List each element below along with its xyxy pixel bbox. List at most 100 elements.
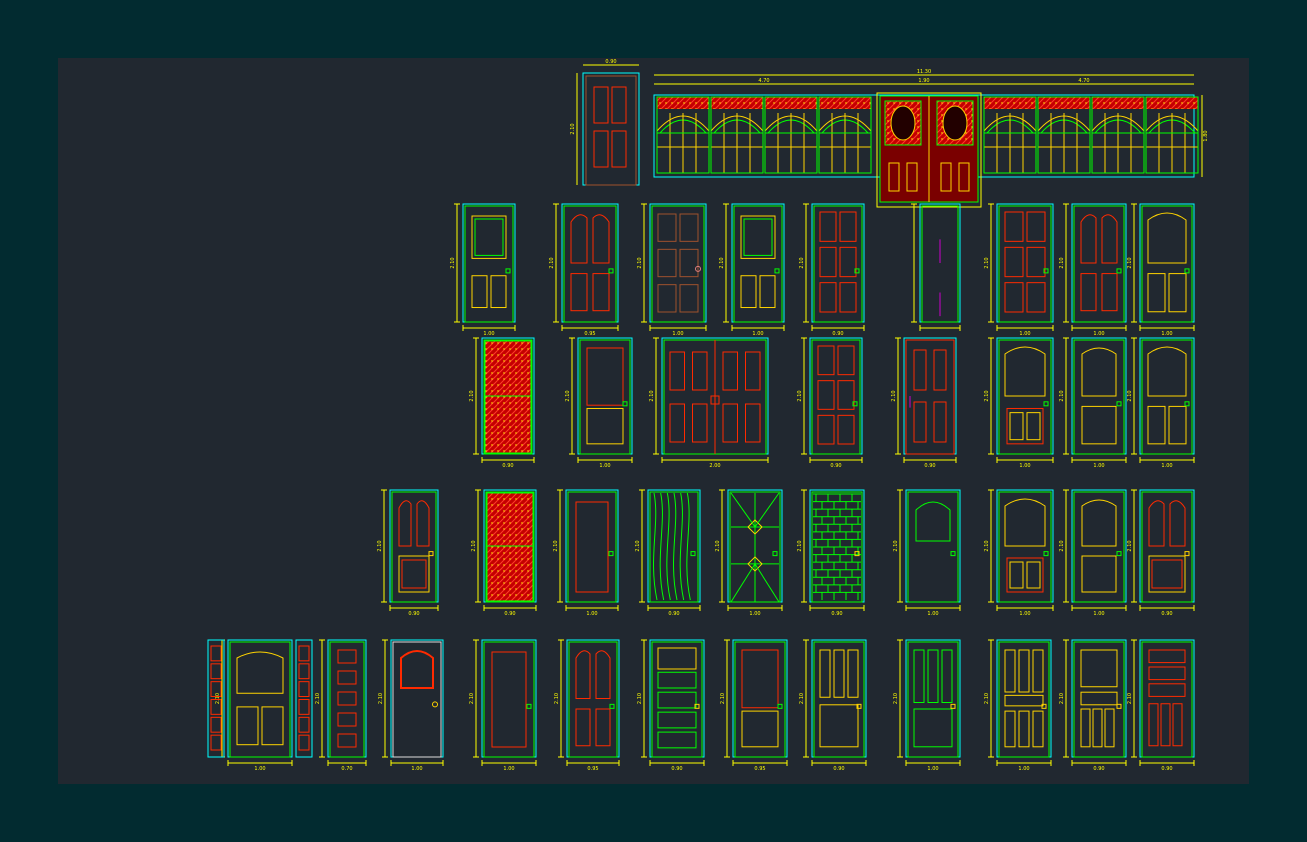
panel-line [998,641,1050,758]
dimension-label: 2.10 [1059,257,1065,268]
panel-line [1160,703,1171,747]
panel-line [1026,561,1041,589]
panel-line [1080,273,1097,312]
door-elevation: 2.10 1.00 [553,489,619,617]
panel-line [567,491,617,603]
dimension-label: 2.10 [378,693,384,704]
panel-line [611,130,627,168]
dimension-label: 2.10 [1059,390,1065,401]
panel-line [819,246,837,278]
panel-line [692,351,708,391]
panel-line [1147,405,1166,445]
dimension-label: 2.10 [635,540,641,551]
panel-line [1004,346,1046,397]
panel-line [907,491,959,603]
top-elevations: 0.90 2.10 11.30 4.70 1.90 4.70 1.80 [570,59,1209,208]
dimension-label: 0.95 [754,766,765,772]
panel-line [236,651,284,694]
panel-line [1148,555,1186,593]
door-elevation: 2.10 0.90 [637,639,705,772]
dimension-label: 1.00 [752,331,763,337]
panel-line [474,218,504,256]
row-2: 2.10 0.90 2.10 1.00 2.10 2.00 2.10 0.90 2.10 0.90… [469,337,1195,469]
door-elevations-drawing: 0.902.1011.304.70 1.90 4.701.802.101.002.1… [207,59,1209,772]
panel-line [298,699,310,715]
dimension-label: 2.10 [565,390,571,401]
line [730,492,756,528]
panel-line [1026,412,1041,441]
dimension-label: 2.10 [719,257,725,268]
textured-panel [486,492,534,602]
panel-line [690,551,696,557]
panel-line [582,72,640,186]
panel-line [298,663,310,680]
panel-line [595,650,611,699]
panel-line [933,401,947,443]
panel-line [657,647,697,670]
lintel-band [1038,97,1090,109]
lintel-band [711,97,763,109]
panel-line [1116,268,1122,274]
panel-line [774,268,780,274]
panel-line [566,639,620,758]
cad-viewport[interactable]: 0.90 2.10 11.30 4.70 1.90 4.70 1.80 2.10 1.00 2.1… [58,58,1249,784]
panel-line [298,716,310,733]
dimension-label: 1.00 [254,766,265,772]
door-elevation: 2.10 1.00 [984,489,1054,617]
panel-line [777,703,783,709]
panel-line [1081,347,1117,397]
panel-line [1147,273,1166,313]
panel-line [570,214,588,264]
door-elevation: 2.10 1.00 [450,203,516,337]
door-elevation: 2.10 1.00 [984,203,1054,337]
dimension-label: 2.10 [797,390,803,401]
door-elevation: 2.10 1.00 [1127,203,1195,337]
door-elevation: 2.10 0.95 [549,203,619,337]
dimension-label: 0.90 [830,463,841,469]
panel-line [740,215,776,259]
dimension-label: 0.90 [502,463,513,469]
panel-line [1004,694,1044,707]
dimension-label: 1.00 [1019,463,1030,469]
panel-line [1081,405,1117,445]
line [754,563,780,603]
panel-line [563,205,617,323]
dimension-label: 2.10 [893,540,899,551]
panel-line [905,489,961,603]
panel-line [927,649,939,703]
panel-line [1172,703,1183,747]
panel-line [817,380,835,410]
panel-line [1147,346,1187,397]
dimension-label: 0.90 [605,59,616,65]
panel-line [1080,214,1097,264]
dimension-label: 2.10 [450,257,456,268]
panel-line [950,703,956,709]
dimension-label: 2.10 [649,390,655,401]
door-elevation: 2.10 0.90 [799,203,865,337]
panel-line [1184,268,1190,274]
dimension-label: 0.90 [924,463,935,469]
panel-line [1080,649,1118,688]
panel-line [337,649,357,664]
panel-line [1004,649,1016,693]
panel-line [592,214,610,264]
door-elevation: 2.10 1.00 [1059,337,1127,469]
dimension-label: 1.00 [599,463,610,469]
panel-line [561,203,619,323]
door-elevation: 2.10 0.95 [720,639,788,772]
dimension-label: 2.10 [984,693,990,704]
panel-line [732,639,788,758]
panel-line [1184,401,1190,407]
grain-line [659,492,665,601]
door-elevation: 2.10 2.00 [649,337,769,469]
dimension-label: 2.10 [469,390,475,401]
panel-line [1026,282,1046,313]
dimension-label: 2.10 [637,693,643,704]
dimension-label: 2.10 [893,693,899,704]
panel-line [837,414,855,445]
panel-line [819,649,831,698]
panel-line [731,203,785,323]
panel-line [398,500,412,547]
panel-line [1101,273,1118,312]
panel-line [743,218,773,256]
